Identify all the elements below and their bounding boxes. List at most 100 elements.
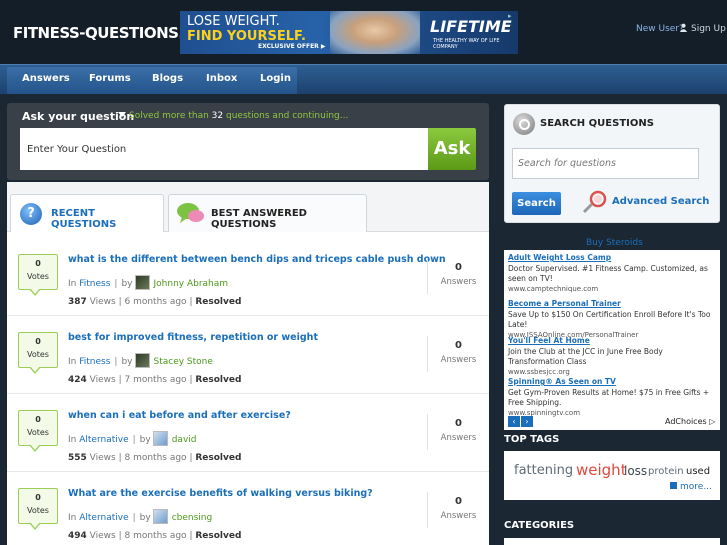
search-panel: SEARCH QUESTIONS Search Advanced Search (504, 104, 720, 223)
question-time: 7 months ago (124, 375, 187, 385)
question-category[interactable]: Fitness (79, 279, 110, 289)
advanced-search-icon[interactable] (581, 189, 609, 215)
user-avatar[interactable] (152, 509, 168, 524)
ad-banner[interactable]: LOSE WEIGHT. FIND YOURSELF. EXCLUSIVE OF… (180, 11, 518, 54)
nav-blogs[interactable]: Blogs (152, 73, 183, 84)
user-icon (679, 23, 688, 32)
ad-title[interactable]: You'll Feel At Home (508, 336, 718, 345)
vote-count: 0 (35, 493, 41, 502)
question-user[interactable]: Stacey Stone (154, 357, 213, 367)
tag-link[interactable]: loss (624, 464, 647, 478)
view-count: 555 (68, 453, 87, 463)
question-title[interactable]: What are the exercise benefits of walkin… (68, 488, 373, 499)
vote-box[interactable]: 0 Votes (18, 332, 58, 374)
nav-forums[interactable]: Forums (89, 73, 131, 84)
vote-box[interactable]: 0 Votes (18, 410, 58, 452)
ad-title[interactable]: Become a Personal Trainer (508, 299, 718, 308)
ad-item[interactable]: Spinning® As Seen on TV Get Gym-Proven R… (508, 377, 718, 417)
ad-next-icon[interactable]: › (521, 416, 533, 427)
search-input[interactable] (512, 148, 699, 179)
vote-label: Votes (27, 350, 49, 359)
question-meta: In Alternative | by cbensing (68, 509, 212, 524)
vote-label: Votes (27, 272, 49, 281)
question-title[interactable]: what is the different between bench dips… (68, 254, 446, 265)
answer-count: 0 (455, 340, 462, 351)
answer-count: 0 (455, 262, 462, 273)
ask-button[interactable]: Ask (428, 128, 476, 170)
question-meta: In Fitness | by Johnny Abraham (68, 275, 228, 290)
question-time: 8 months ago (124, 453, 187, 463)
in-label: In (68, 279, 77, 289)
ad-title[interactable]: Spinning® As Seen on TV (508, 377, 718, 386)
answers-label: Answers (440, 433, 477, 443)
ad-info-icon[interactable]: ▸ (508, 12, 516, 20)
answer-count: 0 (455, 496, 462, 507)
tab-best-answered[interactable]: BEST ANSWERED QUESTIONS (168, 194, 367, 232)
buy-steroids-link[interactable]: Buy Steroids (586, 238, 643, 248)
question-stats: 494 Views | 8 months ago | Resolved (68, 531, 241, 541)
ad-desc: Join the Club at the JCC in June Free Bo… (508, 347, 663, 366)
tag-link[interactable]: fattening (514, 463, 573, 478)
question-stats: 555 Views | 8 months ago | Resolved (68, 453, 241, 463)
question-title[interactable]: when can i eat before and after exercise… (68, 410, 291, 421)
vote-box[interactable]: 0 Votes (18, 488, 58, 530)
nav-login[interactable]: Login (260, 73, 291, 84)
search-button[interactable]: Search (512, 192, 561, 215)
question-input[interactable] (20, 128, 428, 170)
question-category[interactable]: Alternative (79, 513, 128, 523)
vote-box[interactable]: 0 Votes (18, 254, 58, 296)
search-title: SEARCH QUESTIONS (540, 118, 654, 129)
view-count: 424 (68, 375, 87, 385)
ad-desc: Doctor Supervised. #1 Fitness Camp. Cust… (508, 264, 708, 283)
nav-answers[interactable]: Answers (22, 73, 70, 84)
magnifier-icon (513, 113, 535, 135)
nav-inbox[interactable]: Inbox (206, 73, 237, 84)
question-user[interactable]: cbensing (172, 513, 213, 523)
user-avatar[interactable] (152, 431, 168, 446)
ad-item[interactable]: Adult Weight Loss Camp Doctor Supervised… (508, 253, 718, 293)
vote-count: 0 (35, 259, 41, 268)
banner-brand: LIFETIME (430, 17, 512, 36)
in-label: In (68, 357, 77, 367)
caret-down-icon[interactable] (118, 112, 126, 117)
question-row: 0 Votes What are the exercise benefits o… (7, 472, 489, 545)
chat-bubbles-icon (177, 203, 204, 223)
answers-box: 0 Answers (427, 492, 489, 528)
question-category[interactable]: Alternative (79, 435, 128, 445)
tag-link[interactable]: protein (648, 466, 684, 477)
in-label: In (68, 435, 77, 445)
tag-link[interactable]: used (686, 466, 710, 477)
advanced-search-link[interactable]: Advanced Search (612, 196, 709, 207)
meta-separator: | (132, 513, 136, 523)
question-user[interactable]: Johnny Abraham (154, 279, 229, 289)
solved-count: 32 (211, 111, 224, 121)
status-badge: Resolved (195, 453, 242, 463)
user-avatar[interactable] (134, 275, 150, 290)
tag-link[interactable]: weight (576, 461, 627, 479)
status-badge: Resolved (195, 297, 242, 307)
question-category[interactable]: Fitness (79, 357, 110, 367)
question-user[interactable]: david (172, 435, 197, 445)
adchoices-link[interactable]: AdChoices ▷ (665, 417, 715, 426)
question-stats: 387 Views | 6 months ago | Resolved (68, 297, 241, 307)
question-meta: In Fitness | by Stacey Stone (68, 353, 213, 368)
vote-label: Votes (27, 506, 49, 515)
answers-label: Answers (440, 277, 477, 287)
user-avatar[interactable] (134, 353, 150, 368)
meta-separator: | (114, 357, 118, 367)
ad-prev-icon[interactable]: ‹ (508, 416, 520, 427)
more-icon (670, 482, 677, 489)
ad-title[interactable]: Adult Weight Loss Camp (508, 253, 718, 262)
more-tags-link[interactable]: more... (670, 482, 712, 492)
ad-item[interactable]: Become a Personal Trainer Save Up to $15… (508, 299, 718, 339)
question-title[interactable]: best for improved fitness, repetition or… (68, 332, 318, 343)
answers-box: 0 Answers (427, 414, 489, 450)
question-tabs: ? RECENT QUESTIONS BEST ANSWERED QUESTIO… (7, 182, 489, 232)
question-row: 0 Votes what is the different between be… (7, 238, 489, 316)
ad-item[interactable]: You'll Feel At Home Join the Club at the… (508, 336, 718, 376)
sign-up-link[interactable]: Sign Up (679, 23, 726, 34)
views-label: Views (89, 375, 116, 385)
tab-recent-questions[interactable]: ? RECENT QUESTIONS (10, 194, 164, 232)
question-row: 0 Votes when can i eat before and after … (7, 394, 489, 472)
answers-label: Answers (440, 511, 477, 521)
